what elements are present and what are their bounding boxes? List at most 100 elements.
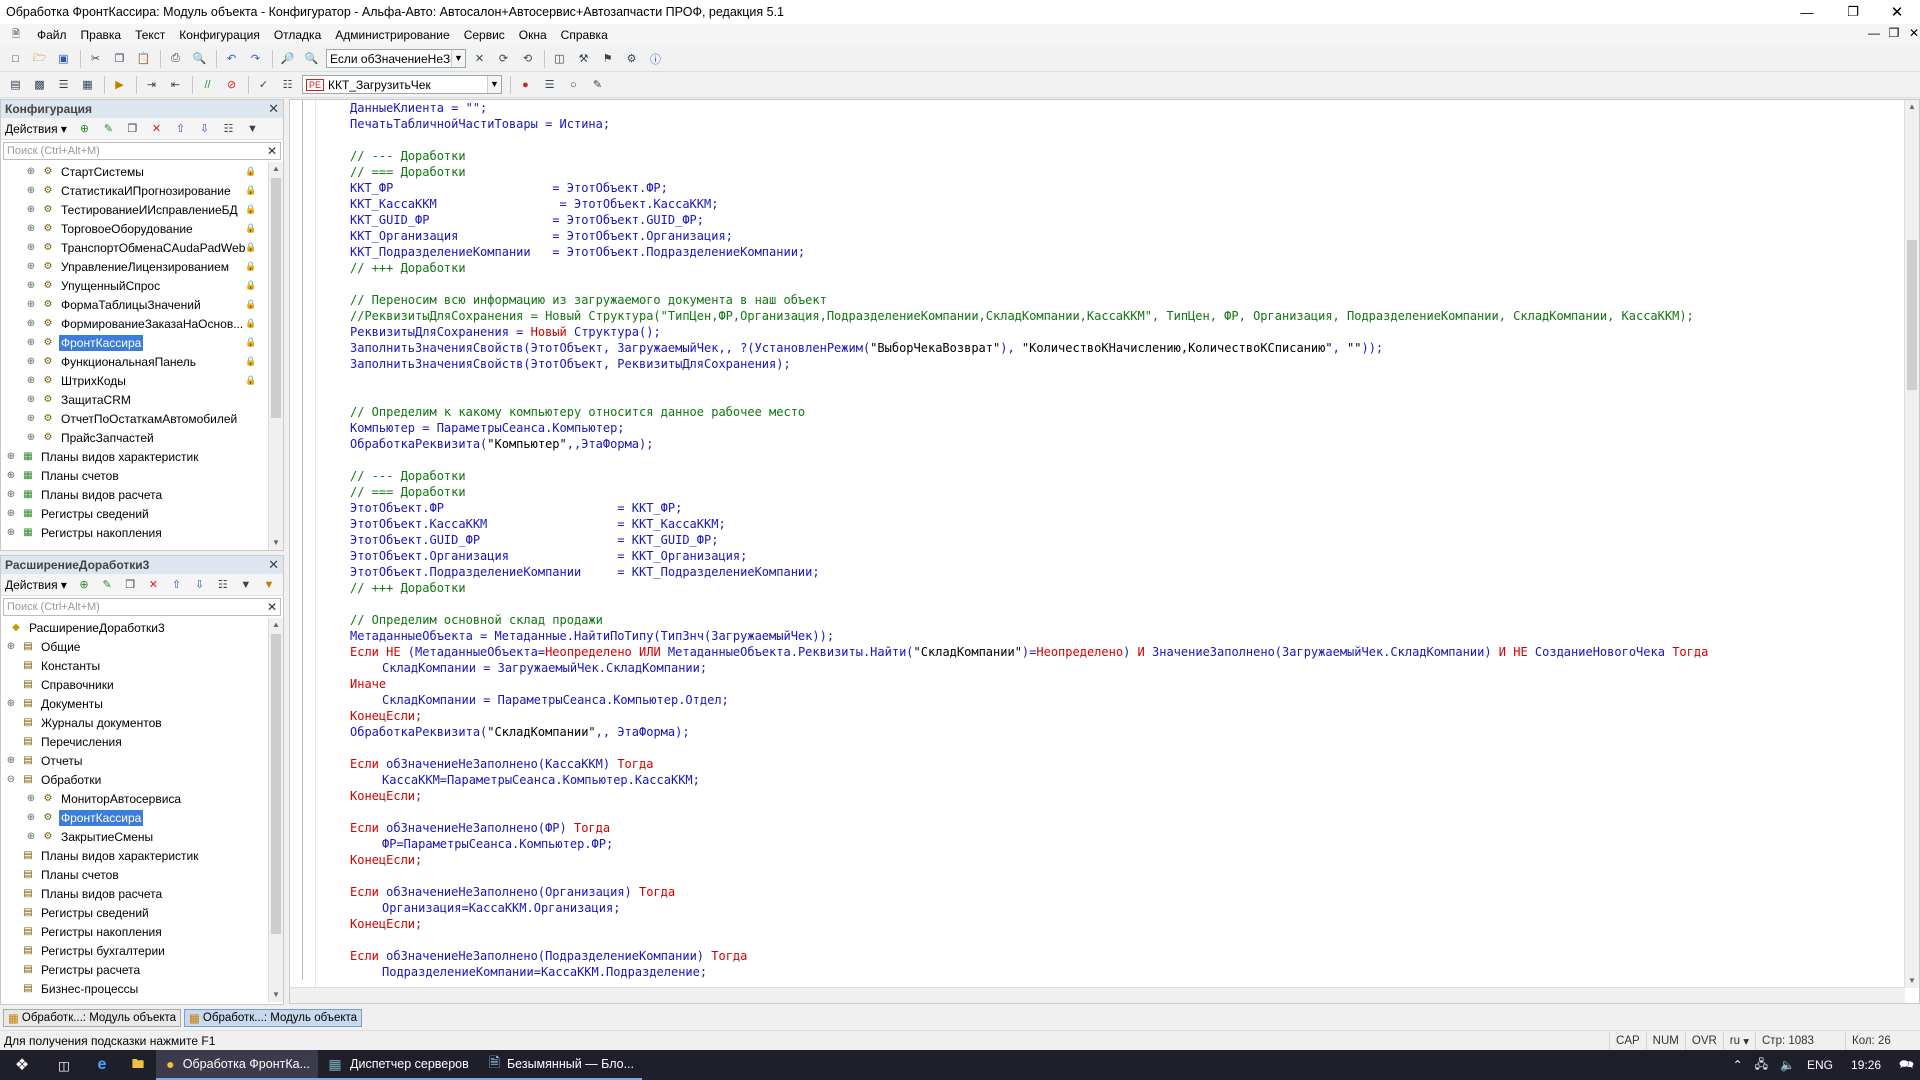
scroll-down-icon[interactable]: ▼ xyxy=(269,988,283,1002)
edit-icon[interactable]: ✎ xyxy=(98,575,116,594)
tree-item[interactable]: ⊕ ⚙ ТорговоеОборудование 🔒 xyxy=(25,219,265,238)
scroll-thumb[interactable] xyxy=(271,178,281,418)
task-view-icon[interactable]: ◫ xyxy=(44,1050,84,1080)
form-icon[interactable]: ▩ xyxy=(30,75,49,94)
notifications-icon[interactable]: 🗪 xyxy=(1893,1055,1920,1076)
code-line[interactable]: // +++ Доработки xyxy=(318,580,466,596)
expand-icon[interactable]: ⊖ xyxy=(5,774,17,785)
expand-icon[interactable]: ⊕ xyxy=(25,356,37,367)
tree-item[interactable]: ▤ Журналы документов xyxy=(5,713,164,732)
tree-group[interactable]: ⊕ ▦ Регистры накопления xyxy=(5,523,164,542)
tree-item[interactable]: ⊕ ⚙ СтатистикаИПрогнозирование 🔒 xyxy=(25,181,265,200)
tree-group[interactable]: ⊕ ▦ Планы видов расчета xyxy=(5,485,164,504)
tree-item[interactable]: ⊕ ⚙ ФормированиеЗаказаНаОснов... 🔒 xyxy=(25,314,265,333)
menu-item[interactable]: Справка xyxy=(554,28,615,42)
code-line[interactable]: ККТ_ФР = ЭтотОбъект.ФР; xyxy=(318,180,668,196)
close-button[interactable]: ✕ xyxy=(1874,0,1920,24)
expand-icon[interactable]: ⊕ xyxy=(25,831,37,842)
editor-hscrollbar[interactable] xyxy=(290,987,1905,1003)
find-in-page-icon[interactable]: 🔍 xyxy=(302,49,321,68)
code-line[interactable]: // === Доработки xyxy=(318,484,466,500)
procedures-icon[interactable]: ☷ xyxy=(278,75,297,94)
code-line[interactable]: ЭтотОбъект.ФР = ККТ_ФР; xyxy=(318,500,682,516)
code-line[interactable]: Иначе xyxy=(318,676,386,692)
tree-group[interactable]: ⊕ ▦ Планы видов характеристик xyxy=(5,447,200,466)
move-down-icon[interactable]: ⇩ xyxy=(195,119,214,138)
tray-language[interactable]: ENG xyxy=(1801,1058,1839,1072)
code-line[interactable]: // --- Доработки xyxy=(318,468,466,484)
expand-icon[interactable]: ⊕ xyxy=(25,261,37,272)
menu-item[interactable]: Текст xyxy=(128,28,172,42)
tree-group[interactable]: ⊕ ▦ Планы счетов xyxy=(5,466,121,485)
layout-icon[interactable]: ▦ xyxy=(78,75,97,94)
tree-item[interactable]: ⊖ ▤ Обработки xyxy=(5,770,103,789)
windows-start-icon[interactable]: ❖ xyxy=(0,1050,44,1080)
tree-item[interactable]: ▤ Константы xyxy=(5,656,102,675)
tree-group[interactable]: ⊕ ▦ Регистры сведений xyxy=(5,504,151,523)
tree-item[interactable]: ⊕ ⚙ ЗащитаCRM xyxy=(25,390,265,409)
find-icon[interactable]: 🔎 xyxy=(278,49,297,68)
configuration-search-input[interactable]: Поиск (Ctrl+Alt+M) ✕ xyxy=(3,142,281,160)
edit-icon[interactable]: ✎ xyxy=(99,119,118,138)
tree-item[interactable]: ▤ Регистры расчета xyxy=(5,960,142,979)
taskbar-app-notepad[interactable]: 🗎 Безымянный — Бло... xyxy=(480,1050,642,1080)
breakpoint-icon[interactable]: ● xyxy=(516,75,535,94)
tree-item[interactable]: ▤ Регистры бухгалтерии xyxy=(5,941,167,960)
tree-item[interactable]: ⊕ ⚙ ТестированиеИИсправлениеБД 🔒 xyxy=(25,200,265,219)
code-line[interactable]: ЭтотОбъект.КассаККМ = ККТ_КассаККМ; xyxy=(318,516,726,532)
tools-icon[interactable]: ⚒ xyxy=(574,49,593,68)
uncomment-icon[interactable]: ⊘ xyxy=(222,75,241,94)
procedure-combo[interactable]: РЕ ККТ_ЗагрузитьЧек ▼ xyxy=(302,75,502,94)
tree-item[interactable]: ⊕ ⚙ ПрайсЗапчастей xyxy=(25,428,265,447)
tray-clock[interactable]: 19:26 xyxy=(1839,1058,1893,1072)
ie-icon[interactable]: e xyxy=(84,1050,120,1080)
code-line[interactable]: Если обЗначениеНеЗаполнено(Организация) … xyxy=(318,884,675,900)
expand-icon[interactable]: ⊕ xyxy=(5,755,17,766)
move-down-icon[interactable]: ⇩ xyxy=(191,575,209,594)
menu-item[interactable]: Администрирование xyxy=(328,28,456,42)
code-line[interactable]: РеквизитыДляСохранения = Новый Структура… xyxy=(318,324,661,340)
clear-search-icon[interactable]: ✕ xyxy=(470,49,489,68)
code-line[interactable]: Компьютер = ПараметрыСеанса.Компьютер; xyxy=(318,420,625,436)
mdi-restore-button[interactable]: ❐ xyxy=(1884,26,1904,44)
tree-item[interactable]: ⊕ ⚙ ЗакрытиеСмены xyxy=(25,827,155,846)
code-line[interactable]: Организация=КассаККМ.Организация; xyxy=(318,900,620,916)
comment-icon[interactable]: // xyxy=(198,75,217,94)
delete-icon[interactable]: ✕ xyxy=(144,575,162,594)
expand-icon[interactable]: ⊕ xyxy=(25,432,37,443)
scroll-thumb[interactable] xyxy=(271,634,281,934)
tree-item[interactable]: ⊕ ⚙ УпущенныйСпрос 🔒 xyxy=(25,276,265,295)
add-icon[interactable]: ⊕ xyxy=(75,575,93,594)
network-icon[interactable]: 🖧 xyxy=(1749,1055,1774,1076)
find-prev-icon[interactable]: ⟲ xyxy=(518,49,537,68)
menu-item[interactable]: Сервис xyxy=(457,28,512,42)
code-line[interactable]: // --- Доработки xyxy=(318,148,466,164)
chevron-up-icon[interactable]: ⌃ xyxy=(1727,1058,1749,1072)
info-icon[interactable]: ⓘ xyxy=(646,49,665,68)
window-tab[interactable]: ▦ Обработк...: Модуль объекта xyxy=(3,1009,182,1027)
filter-icon[interactable]: ▼ xyxy=(243,119,262,138)
menu-item[interactable]: Отладка xyxy=(267,28,328,42)
code-line[interactable]: ДанныеКлиента = ""; xyxy=(318,100,487,116)
tree-item[interactable]: ⊕ ⚙ ШтрихКоды 🔒 xyxy=(25,371,265,390)
extension-scrollbar[interactable]: ▲ ▼ xyxy=(268,618,283,1002)
print-icon[interactable]: ⎙ xyxy=(166,49,185,68)
configuration-scrollbar[interactable]: ▲ ▼ xyxy=(268,162,283,550)
code-line[interactable]: ОбработкаРеквизита("СкладКомпании",, Эта… xyxy=(318,724,690,740)
scroll-down-icon[interactable]: ▼ xyxy=(1905,974,1919,988)
code-line[interactable]: ФР=ПараметрыСеанса.Компьютер.ФР; xyxy=(318,836,613,852)
code-line[interactable]: Если обЗначениеНеЗаполнено(Подразделение… xyxy=(318,948,747,964)
chevron-down-icon[interactable]: ▼ xyxy=(451,50,465,67)
expand-icon[interactable]: ⊕ xyxy=(25,812,37,823)
volume-icon[interactable]: 🔈 xyxy=(1774,1058,1801,1072)
redo-icon[interactable]: ↷ xyxy=(246,49,265,68)
code-line[interactable]: // Определим основной склад продажи xyxy=(318,612,603,628)
copy-icon[interactable]: ❐ xyxy=(110,49,129,68)
expand-icon[interactable]: ⊕ xyxy=(5,508,17,519)
debug-icon[interactable]: ⚙ xyxy=(622,49,641,68)
disable-breakpoint-icon[interactable]: ○ xyxy=(564,75,583,94)
expand-icon[interactable]: ⊕ xyxy=(25,337,37,348)
expand-icon[interactable]: ⊕ xyxy=(25,318,37,329)
window-icon[interactable]: ◫ xyxy=(550,49,569,68)
code-line[interactable]: ККТ_GUID_ФР = ЭтотОбъект.GUID_ФР; xyxy=(318,212,704,228)
